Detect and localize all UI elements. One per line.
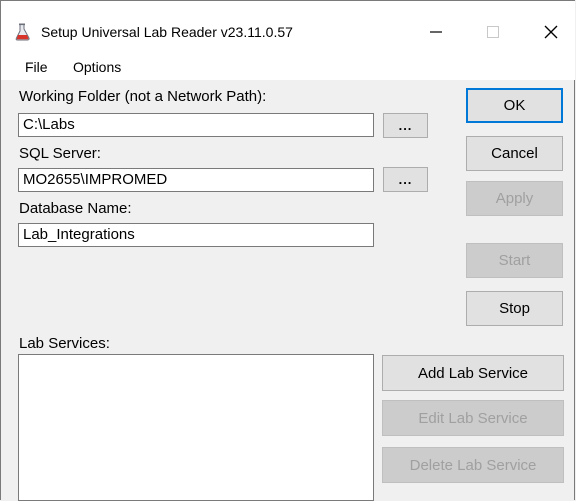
- menu-file[interactable]: File: [25, 59, 48, 75]
- apply-button[interactable]: Apply: [466, 181, 563, 216]
- window-title: Setup Universal Lab Reader v23.11.0.57: [41, 24, 293, 40]
- ok-button[interactable]: OK: [466, 88, 563, 123]
- maximize-button[interactable]: [470, 15, 516, 49]
- working-folder-label: Working Folder (not a Network Path):: [19, 88, 267, 105]
- lab-services-label: Lab Services:: [19, 335, 110, 352]
- add-lab-service-button[interactable]: Add Lab Service: [382, 355, 564, 391]
- sql-server-input[interactable]: MO2655\IMPROMED: [18, 168, 374, 192]
- working-folder-input[interactable]: C:\Labs: [18, 113, 374, 137]
- sql-server-browse-button[interactable]: ...: [383, 167, 428, 192]
- minimize-button[interactable]: [413, 15, 459, 49]
- lab-services-list[interactable]: [18, 354, 374, 501]
- delete-lab-service-button[interactable]: Delete Lab Service: [382, 447, 564, 483]
- maximize-icon: [487, 26, 499, 38]
- stop-button[interactable]: Stop: [466, 291, 563, 326]
- start-button[interactable]: Start: [466, 243, 563, 278]
- minimize-icon: [430, 31, 442, 33]
- edit-lab-service-button[interactable]: Edit Lab Service: [382, 400, 564, 436]
- flask-icon: [14, 23, 32, 41]
- working-folder-browse-button[interactable]: ...: [383, 113, 428, 138]
- setup-dialog: Setup Universal Lab Reader v23.11.0.57 F…: [0, 0, 575, 501]
- sql-server-label: SQL Server:: [19, 145, 101, 162]
- database-name-input[interactable]: Lab_Integrations: [18, 223, 374, 247]
- title-bar[interactable]: Setup Universal Lab Reader v23.11.0.57: [1, 1, 575, 54]
- close-button[interactable]: [528, 15, 574, 49]
- close-icon: [544, 25, 558, 39]
- menu-options[interactable]: Options: [73, 59, 121, 75]
- database-name-label: Database Name:: [19, 200, 132, 217]
- cancel-button[interactable]: Cancel: [466, 136, 563, 171]
- menu-bar: File Options: [1, 54, 575, 80]
